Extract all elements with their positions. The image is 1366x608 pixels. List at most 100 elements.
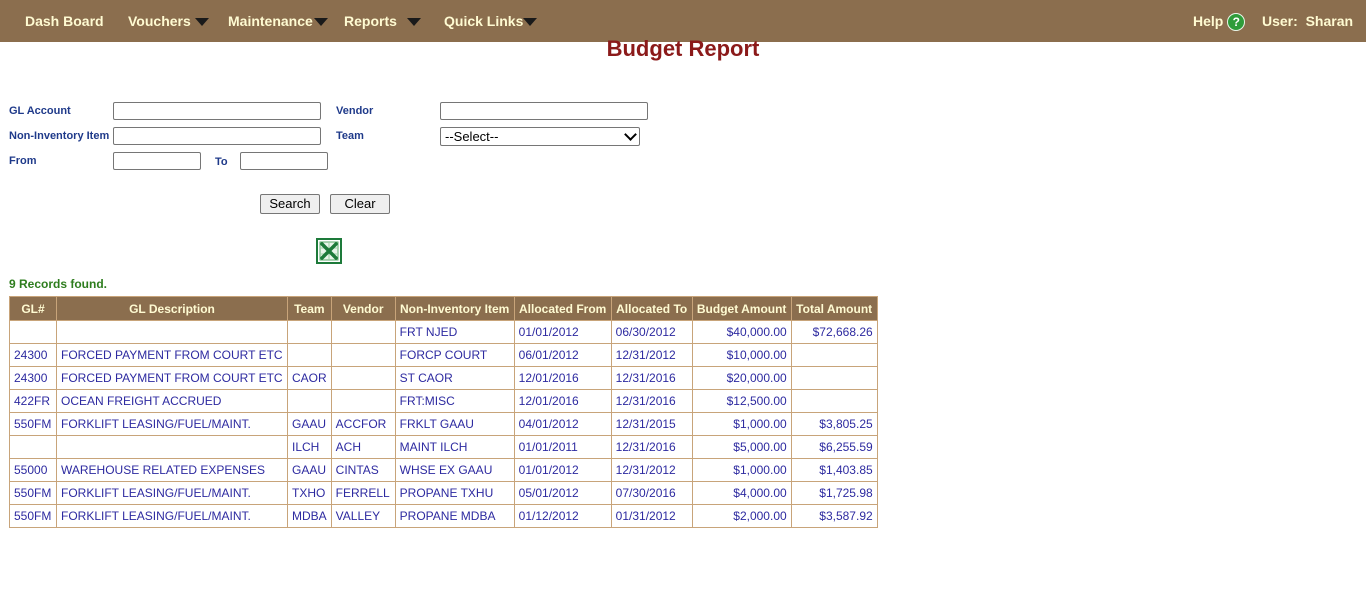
table-row: 422FR OCEAN FREIGHT ACCRUED FRT:MISC 12/01/… (9, 389, 878, 413)
table-row: 24300 FORCED PAYMENT FROM COURT ETC FORCP … (9, 343, 878, 367)
chevron-down-icon (523, 18, 538, 27)
allocated-to-cell: 06/30/2012 (610, 320, 693, 344)
team-select-value: --Select-- (445, 129, 499, 144)
vendor-cell (330, 343, 396, 367)
total-amount-cell: $6,255.59 (790, 435, 878, 459)
non-inventory-item-cell: PROPANE MDBA (394, 504, 515, 528)
clear-button[interactable]: Clear (330, 194, 390, 214)
vendor-input[interactable] (440, 102, 648, 120)
non-inventory-item-cell: FRKLT GAAU (394, 412, 515, 436)
to-date-input[interactable] (240, 152, 328, 170)
nav-quick-links[interactable]: Quick Links (444, 13, 538, 29)
excel-icon[interactable] (316, 238, 342, 264)
allocated-to-cell: 12/31/2012 (610, 343, 693, 367)
table-row: 24300 FORCED PAYMENT FROM COURT ETC CAOR ST… (9, 366, 878, 390)
page-title: Budget Report (606, 36, 760, 61)
nav-dashboard[interactable]: Dash Board (25, 13, 104, 29)
col-allocated-from[interactable]: Allocated From (513, 296, 612, 321)
vendor-cell (330, 389, 396, 413)
col-gl-number[interactable]: GL# (9, 296, 57, 321)
gl-description-cell: FORKLIFT LEASING/FUEL/MAINT. (56, 412, 288, 436)
budget-amount-cell: $5,000.00 (691, 435, 792, 459)
nav-quick-links-label: Quick Links (444, 13, 524, 29)
team-cell: GAAU (287, 412, 332, 436)
total-amount-cell (790, 366, 878, 390)
team-cell: TXHO (287, 481, 332, 505)
total-amount-cell: $3,805.25 (790, 412, 878, 436)
user-label: User: (1262, 13, 1298, 29)
col-budget-amount[interactable]: Budget Amount (691, 296, 792, 321)
allocated-to-cell: 12/31/2012 (610, 458, 693, 482)
vendor-cell (330, 366, 396, 390)
from-date-input[interactable] (113, 152, 201, 170)
total-amount-cell: $3,587.92 (790, 504, 878, 528)
nav-reports-label: Reports (344, 13, 397, 29)
gl-description-cell (56, 435, 288, 459)
budget-amount-cell: $1,000.00 (691, 458, 792, 482)
col-non-inventory-item[interactable]: Non-Inventory Item (394, 296, 515, 321)
gl-account-input[interactable] (113, 102, 321, 120)
user-name: Sharan (1305, 13, 1354, 29)
col-team[interactable]: Team (287, 296, 332, 321)
table-row: FRT NJED 01/01/2012 06/30/2012 $40,000.00 $7… (9, 320, 878, 344)
non-inventory-item-cell: ST CAOR (394, 366, 515, 390)
col-gl-description[interactable]: GL Description (56, 296, 288, 321)
gl-number-cell: 550FM (9, 481, 57, 505)
gl-number-cell: 55000 (9, 458, 57, 482)
help-link[interactable]: Help? (1193, 13, 1246, 32)
table-row: 550FM FORKLIFT LEASING/FUEL/MAINT. MDBA VAL… (9, 504, 878, 528)
gl-description-cell: FORCED PAYMENT FROM COURT ETC (56, 366, 288, 390)
col-vendor[interactable]: Vendor (330, 296, 396, 321)
budget-amount-cell: $4,000.00 (691, 481, 792, 505)
non-inventory-item-cell: FRT:MISC (394, 389, 515, 413)
nav-vouchers-label: Vouchers (128, 13, 191, 29)
search-button[interactable]: Search (260, 194, 320, 214)
team-cell: MDBA (287, 504, 332, 528)
col-allocated-to[interactable]: Allocated To (610, 296, 693, 321)
gl-number-cell (9, 435, 57, 459)
non-inventory-item-cell: MAINT ILCH (394, 435, 515, 459)
from-label: From (9, 155, 37, 167)
total-amount-cell: $1,403.85 (790, 458, 878, 482)
nav-vouchers[interactable]: Vouchers (128, 13, 209, 29)
budget-table: GL# GL Description Team Vendor Non-Inven… (9, 296, 878, 528)
allocated-from-cell: 01/01/2012 (513, 320, 612, 344)
total-amount-cell (790, 389, 878, 413)
allocated-from-cell: 06/01/2012 (513, 343, 612, 367)
gl-account-label: GL Account (9, 105, 71, 117)
vendor-cell: ACH (330, 435, 396, 459)
vendor-cell: CINTAS (330, 458, 396, 482)
records-found-text: 9 Records found. (9, 277, 108, 291)
allocated-from-cell: 05/01/2012 (513, 481, 612, 505)
table-row: 55000 WAREHOUSE RELATED EXPENSES GAAU CINTA… (9, 458, 878, 482)
non-inventory-item-cell: WHSE EX GAAU (394, 458, 515, 482)
team-label: Team (336, 130, 364, 142)
vendor-label: Vendor (336, 105, 374, 117)
table-row: 550FM FORKLIFT LEASING/FUEL/MAINT. GAAU ACC… (9, 412, 878, 436)
total-amount-cell: $1,725.98 (790, 481, 878, 505)
table-row: ILCH ACH MAINT ILCH 01/01/2011 12/31/2016 $5,… (9, 435, 878, 459)
non-inventory-item-input[interactable] (113, 127, 321, 145)
allocated-to-cell: 12/31/2016 (610, 389, 693, 413)
allocated-from-cell: 01/01/2011 (513, 435, 612, 459)
allocated-to-cell: 07/30/2016 (610, 481, 693, 505)
allocated-to-cell: 12/31/2016 (610, 435, 693, 459)
col-total-amount[interactable]: Total Amount (790, 296, 878, 321)
team-cell: ILCH (287, 435, 332, 459)
question-circle-icon: ? (1227, 13, 1246, 32)
nav-maintenance[interactable]: Maintenance (228, 13, 328, 29)
chevron-down-icon (406, 18, 421, 27)
vendor-cell: VALLEY (330, 504, 396, 528)
chevron-down-icon (624, 128, 637, 141)
nav-reports[interactable]: Reports (344, 13, 421, 29)
allocated-from-cell: 01/12/2012 (513, 504, 612, 528)
budget-amount-cell: $2,000.00 (691, 504, 792, 528)
gl-number-cell: 24300 (9, 343, 57, 367)
team-select[interactable]: --Select-- (440, 127, 640, 146)
nav-maintenance-label: Maintenance (228, 13, 313, 29)
gl-description-cell: OCEAN FREIGHT ACCRUED (56, 389, 288, 413)
help-label: Help (1193, 13, 1224, 29)
vendor-cell: ACCFOR (330, 412, 396, 436)
gl-description-cell: FORKLIFT LEASING/FUEL/MAINT. (56, 481, 288, 505)
allocated-from-cell: 04/01/2012 (513, 412, 612, 436)
